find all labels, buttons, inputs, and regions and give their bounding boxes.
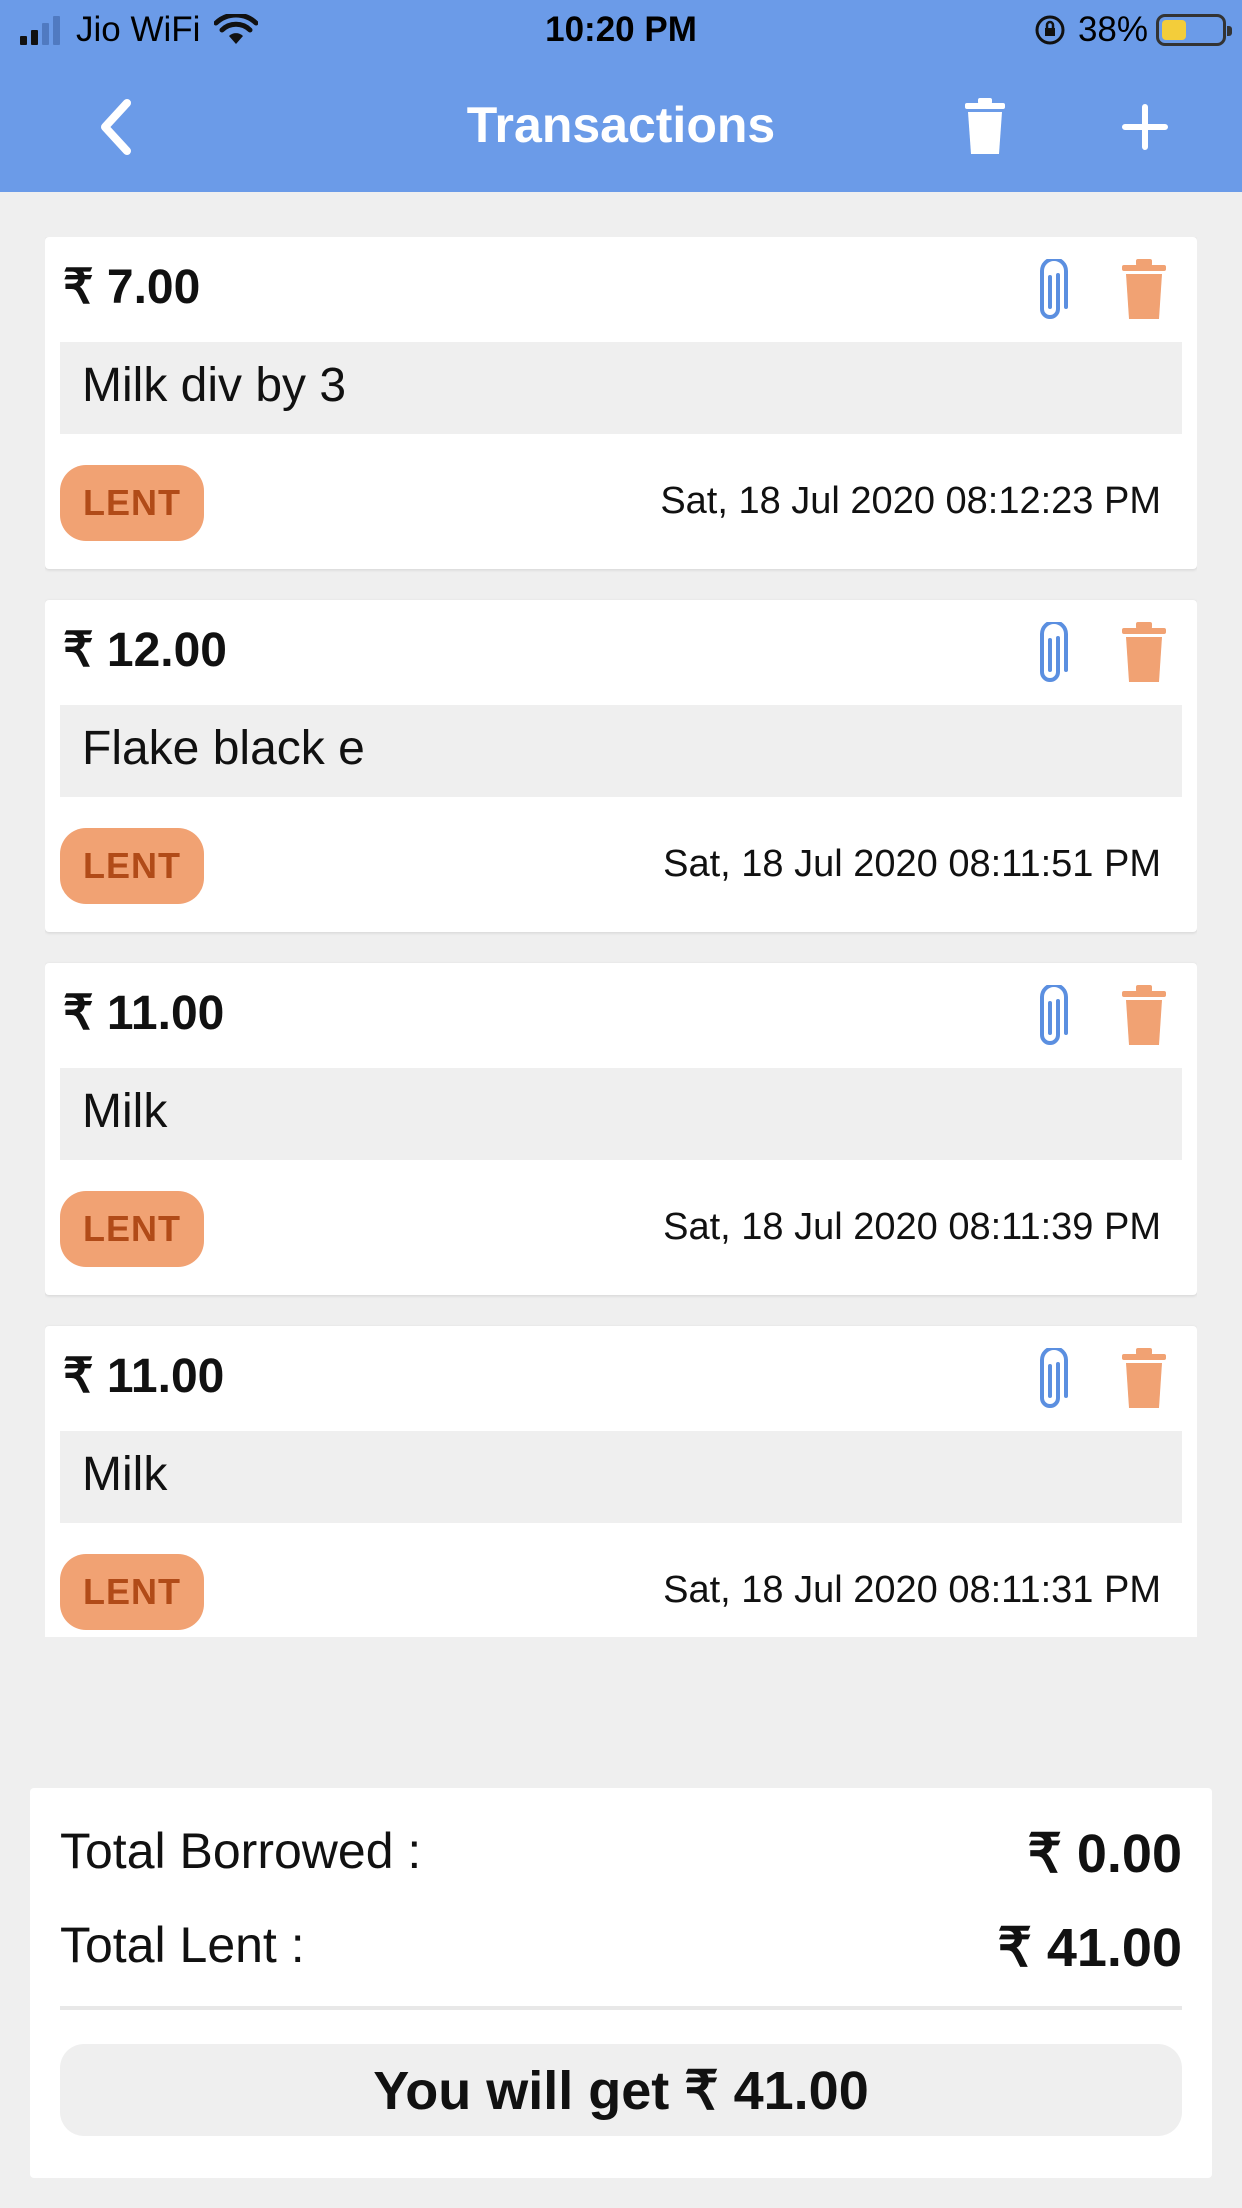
status-bar: Jio WiFi 10:20 PM 38% bbox=[0, 0, 1242, 62]
page-title: Transactions bbox=[466, 97, 776, 153]
attach-button[interactable] bbox=[1030, 257, 1090, 329]
total-borrowed-row: Total Borrowed : ₹ 0.00 bbox=[60, 1822, 1182, 1884]
delete-button[interactable] bbox=[1120, 1348, 1180, 1418]
trash-icon bbox=[1122, 259, 1166, 319]
net-balance: You will get ₹ 41.00 bbox=[60, 2044, 1182, 2136]
transaction-note: Milk bbox=[60, 1431, 1182, 1523]
total-lent-label: Total Lent : bbox=[60, 1917, 305, 1973]
total-lent-row: Total Lent : ₹ 41.00 bbox=[60, 1916, 1182, 1978]
transaction-card[interactable]: ₹ 11.00 Milk LENT Sat, 18 Jul 2020 08:11… bbox=[45, 963, 1197, 1295]
transaction-date: Sat, 18 Jul 2020 08:11:39 PM bbox=[663, 1206, 1161, 1248]
delete-button[interactable] bbox=[1120, 259, 1180, 329]
delete-button[interactable] bbox=[1120, 985, 1180, 1055]
attach-button[interactable] bbox=[1030, 1346, 1090, 1418]
battery-icon bbox=[1156, 14, 1232, 46]
paperclip-icon bbox=[1040, 620, 1068, 682]
delete-all-button[interactable] bbox=[950, 92, 1020, 162]
trash-icon bbox=[1122, 985, 1166, 1045]
trash-icon bbox=[1122, 622, 1166, 682]
transaction-date: Sat, 18 Jul 2020 08:12:23 PM bbox=[660, 480, 1161, 522]
transaction-note: Flake black e bbox=[60, 705, 1182, 797]
transaction-amount: ₹ 11.00 bbox=[63, 1350, 225, 1403]
status-right: 38% bbox=[1034, 10, 1232, 50]
transaction-card[interactable]: ₹ 11.00 Milk LENT Sat, 18 Jul 2020 08:11… bbox=[45, 1326, 1197, 1637]
transaction-date: Sat, 18 Jul 2020 08:11:51 PM bbox=[663, 843, 1161, 885]
trash-icon bbox=[965, 98, 1005, 154]
delete-button[interactable] bbox=[1120, 622, 1180, 692]
battery-percent: 38% bbox=[1077, 10, 1148, 49]
nav-bar: Transactions bbox=[0, 62, 1242, 192]
transaction-amount: ₹ 11.00 bbox=[63, 987, 225, 1040]
total-lent-value: ₹ 41.00 bbox=[997, 1918, 1183, 1978]
app-header: Jio WiFi 10:20 PM 38% Transactions bbox=[0, 0, 1242, 192]
paperclip-icon bbox=[1040, 257, 1068, 319]
total-borrowed-value: ₹ 0.00 bbox=[1027, 1824, 1182, 1884]
type-badge: LENT bbox=[60, 1191, 204, 1267]
transaction-card[interactable]: ₹ 12.00 Flake black e LENT Sat, 18 Jul 2… bbox=[45, 600, 1197, 932]
paperclip-icon bbox=[1040, 983, 1068, 1045]
transaction-date: Sat, 18 Jul 2020 08:11:31 PM bbox=[663, 1569, 1161, 1611]
paperclip-icon bbox=[1040, 1346, 1068, 1408]
transaction-amount: ₹ 12.00 bbox=[63, 624, 227, 677]
transaction-note: Milk div by 3 bbox=[60, 342, 1182, 434]
transaction-note: Milk bbox=[60, 1068, 1182, 1160]
type-badge: LENT bbox=[60, 465, 204, 541]
total-borrowed-label: Total Borrowed : bbox=[60, 1823, 422, 1879]
plus-icon bbox=[1122, 104, 1168, 150]
rotation-lock-icon bbox=[1035, 15, 1065, 45]
add-transaction-button[interactable] bbox=[1110, 92, 1180, 162]
transaction-amount: ₹ 7.00 bbox=[63, 261, 201, 314]
type-badge: LENT bbox=[60, 828, 204, 904]
transaction-card[interactable]: ₹ 7.00 Milk div by 3 LENT Sat, 18 Jul 20… bbox=[45, 237, 1197, 569]
transaction-list[interactable]: ₹ 7.00 Milk div by 3 LENT Sat, 18 Jul 20… bbox=[45, 237, 1197, 1637]
attach-button[interactable] bbox=[1030, 620, 1090, 692]
divider bbox=[60, 2006, 1182, 2010]
summary-panel: Total Borrowed : ₹ 0.00 Total Lent : ₹ 4… bbox=[30, 1788, 1212, 2178]
attach-button[interactable] bbox=[1030, 983, 1090, 1055]
trash-icon bbox=[1122, 1348, 1166, 1408]
type-badge: LENT bbox=[60, 1554, 204, 1630]
